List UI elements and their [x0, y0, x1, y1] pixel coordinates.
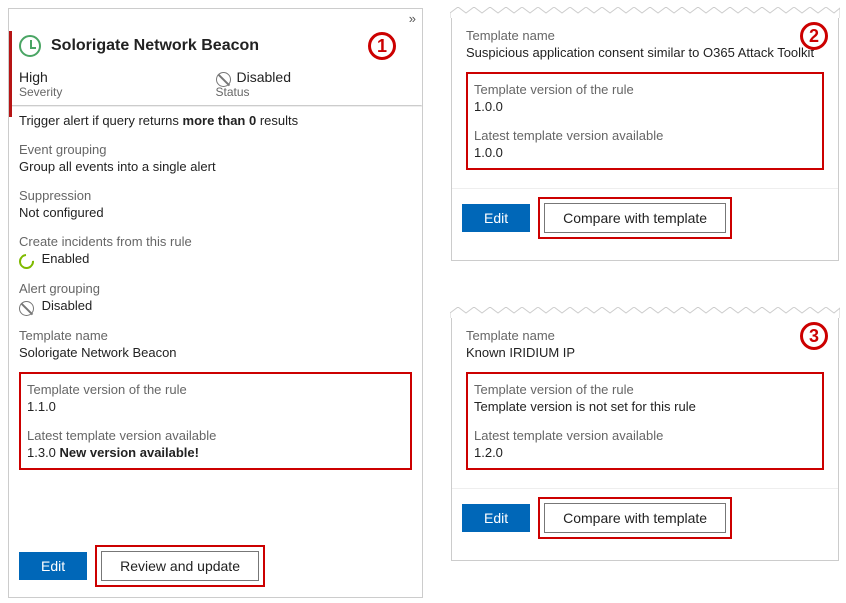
- event-grouping-value: Group all events into a single alert: [19, 159, 412, 174]
- edit-button[interactable]: Edit: [19, 552, 87, 580]
- event-grouping-label: Event grouping: [19, 142, 412, 157]
- template-name-value: Known IRIDIUM IP: [466, 345, 824, 360]
- suppression-value: Not configured: [19, 205, 412, 220]
- latest-template-version-value: 1.3.0 New version available!: [27, 445, 404, 460]
- compare-with-template-button[interactable]: Compare with template: [544, 503, 726, 533]
- version-highlight-box: Template version of the rule 1.0.0 Lates…: [466, 72, 824, 170]
- compare-button-highlight: Compare with template: [538, 497, 732, 539]
- template-name-label: Template name: [466, 328, 824, 343]
- alert-grouping-label: Alert grouping: [19, 281, 412, 296]
- status-label: Status: [216, 85, 413, 99]
- edit-button[interactable]: Edit: [462, 504, 530, 532]
- template-compare-panel-a: Template name Suspicious application con…: [450, 8, 840, 262]
- latest-version-number: 1.3.0: [27, 445, 60, 460]
- template-details-scroll[interactable]: Template name Known IRIDIUM IP Template …: [452, 318, 838, 486]
- disabled-icon: [19, 301, 34, 316]
- rule-template-version-value: Template version is not set for this rul…: [474, 399, 816, 414]
- version-highlight-box: Template version of the rule Template ve…: [466, 372, 824, 470]
- annotation-circle-2: 2: [800, 22, 828, 50]
- panel-footer: Edit Review and update: [9, 537, 422, 597]
- compare-with-template-button[interactable]: Compare with template: [544, 203, 726, 233]
- template-name-value: Suspicious application consent similar t…: [466, 45, 824, 60]
- annotation-circle-3: 3: [800, 322, 828, 350]
- suppression-label: Suppression: [19, 188, 412, 203]
- status-value: Disabled: [237, 69, 291, 85]
- compare-button-highlight: Compare with template: [538, 197, 732, 239]
- alert-grouping-value: Disabled: [19, 298, 412, 314]
- template-compare-panel-b: Template name Known IRIDIUM IP Template …: [450, 308, 840, 562]
- collapse-icon[interactable]: »: [409, 11, 416, 26]
- latest-template-version-value: 1.2.0: [474, 445, 816, 460]
- severity-value: High: [19, 69, 216, 85]
- trigger-bold: more than 0: [183, 113, 257, 128]
- create-incidents-text: Enabled: [42, 251, 90, 266]
- template-name-value: Solorigate Network Beacon: [19, 345, 412, 360]
- template-name-label: Template name: [466, 28, 824, 43]
- alert-grouping-text: Disabled: [42, 298, 93, 313]
- rule-template-version-label: Template version of the rule: [474, 82, 816, 97]
- version-highlight-box: Template version of the rule 1.1.0 Lates…: [19, 372, 412, 470]
- annotation-circle-1: 1: [368, 32, 396, 60]
- panel-footer: Edit Compare with template: [452, 188, 838, 249]
- latest-template-version-label: Latest template version available: [474, 428, 816, 443]
- create-incidents-label: Create incidents from this rule: [19, 234, 412, 249]
- trigger-text: Trigger alert if query returns more than…: [19, 113, 412, 128]
- trigger-prefix: Trigger alert if query returns: [19, 113, 183, 128]
- rule-template-version-label: Template version of the rule: [474, 382, 816, 397]
- enabled-icon: [16, 251, 37, 272]
- rule-template-version-value: 1.0.0: [474, 99, 816, 114]
- latest-template-version-value: 1.0.0: [474, 145, 816, 160]
- disabled-icon: [216, 72, 231, 87]
- torn-edge-icon: [450, 307, 840, 318]
- latest-template-version-label: Latest template version available: [474, 128, 816, 143]
- create-incidents-value: Enabled: [19, 251, 412, 267]
- rule-details-scroll[interactable]: Trigger alert if query returns more than…: [9, 107, 422, 537]
- review-and-update-button[interactable]: Review and update: [101, 551, 259, 581]
- panel-footer: Edit Compare with template: [452, 488, 838, 549]
- rule-template-version-value: 1.1.0: [27, 399, 404, 414]
- severity-accent-bar: [9, 31, 12, 117]
- scheduled-rule-icon: [19, 35, 41, 57]
- new-version-available-text: New version available!: [60, 445, 199, 460]
- torn-edge-icon: [450, 7, 840, 18]
- rule-template-version-label: Template version of the rule: [27, 382, 404, 397]
- template-details-scroll[interactable]: Template name Suspicious application con…: [452, 18, 838, 186]
- review-button-highlight: Review and update: [95, 545, 265, 587]
- rule-details-panel: » Solorigate Network Beacon High Severit…: [8, 8, 423, 598]
- latest-template-version-label: Latest template version available: [27, 428, 404, 443]
- template-name-label: Template name: [19, 328, 412, 343]
- severity-label: Severity: [19, 85, 216, 99]
- edit-button[interactable]: Edit: [462, 204, 530, 232]
- rule-title: Solorigate Network Beacon: [51, 37, 259, 55]
- trigger-suffix: results: [256, 113, 298, 128]
